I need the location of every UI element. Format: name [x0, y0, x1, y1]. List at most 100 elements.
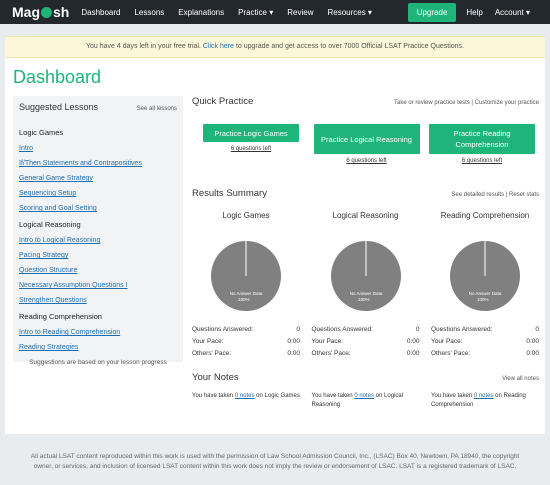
notes-count-link[interactable]: 0 notes: [354, 393, 374, 399]
results-col: Logic Games No Answer Data 100% Question…: [192, 211, 300, 357]
stat-pace: Your Pace: 0:00: [431, 338, 539, 345]
questions-left-link[interactable]: 6 questions left: [346, 158, 386, 164]
nav-explanations[interactable]: Explanations: [178, 8, 224, 17]
results-col: Logical Reasoning No Answer Data 100% Qu…: [312, 211, 420, 357]
stats: Questions Answered: 0 Your Pace: 0:00 Othe…: [192, 326, 300, 357]
sidebar-header: Suggested Lessons See all lessons: [19, 102, 177, 112]
results-header: Results Summary See detailed results | R…: [192, 188, 539, 199]
note-text-before: You have taken: [311, 393, 355, 399]
notes-count-link[interactable]: 0 notes: [235, 393, 255, 399]
note-summary: You have taken 0 notes on Reading Compre…: [431, 392, 539, 410]
qp-col-reading-comprehension: Practice Reading Comprehension 6 questio…: [429, 124, 535, 164]
magoosh-logo[interactable]: Mag sh: [12, 4, 69, 20]
category-logical-reasoning: Logical Reasoning: [19, 220, 81, 229]
nav-resources[interactable]: Resources ▾: [327, 8, 371, 17]
banner-upgrade-link[interactable]: Click here: [203, 43, 234, 50]
questions-left-link[interactable]: 6 questions left: [462, 158, 502, 164]
practice-reading-comprehension-button[interactable]: Practice Reading Comprehension: [429, 124, 535, 154]
lesson-link[interactable]: Sequencing Setup: [19, 190, 177, 197]
lesson-link[interactable]: Necessary Assumption Questions I: [19, 282, 177, 289]
lesson-link[interactable]: Scoring and Goal Setting: [19, 205, 177, 212]
stat-answered: Questions Answered: 0: [192, 326, 300, 333]
nav-practice[interactable]: Practice ▾: [238, 8, 273, 17]
notes-title: Your Notes: [192, 372, 239, 383]
banner-text-before: You have 4 days left in your free trial.: [86, 43, 203, 50]
your-notes: Your Notes View all notes You have taken…: [192, 372, 539, 410]
lesson-link[interactable]: If/Then Statements and Contrapositives: [19, 160, 177, 167]
results-col-title: Logic Games: [222, 211, 270, 220]
qp-col-logic-games: Practice Logic Games 6 questions left: [198, 124, 304, 164]
stat-others-pace: Others' Pace: 0:00: [431, 350, 539, 357]
pie-percent: 100%: [477, 297, 489, 302]
legal-footer: All actual LSAT content reproduced withi…: [30, 453, 520, 470]
trial-banner: You have 4 days left in your free trial.…: [5, 36, 545, 58]
lesson-link[interactable]: Intro to Logical Reasoning: [19, 237, 177, 244]
main-panel: Dashboard Suggested Lessons See all less…: [5, 58, 545, 434]
lesson-link[interactable]: General Game Strategy: [19, 175, 177, 182]
stat-value: 0:00: [526, 350, 539, 357]
suggested-lessons-panel: Suggested Lessons See all lessons Logic …: [13, 96, 183, 366]
note-text-before: You have taken: [431, 393, 474, 399]
upgrade-button[interactable]: Upgrade: [407, 3, 457, 22]
stat-label: Your Pace:: [311, 338, 344, 345]
lesson-link[interactable]: Pacing Strategy: [19, 252, 177, 259]
stat-value: 0: [535, 326, 539, 333]
results-summary: Results Summary See detailed results | R…: [192, 188, 539, 357]
stat-pace: Your Pace: 0:00: [192, 338, 300, 345]
note-summary: You have taken 0 notes on Logical Reason…: [312, 392, 420, 410]
stat-label: Others' Pace:: [192, 350, 232, 357]
view-all-notes-link[interactable]: View all notes: [502, 376, 539, 382]
stat-answered: Questions Answered: 0: [312, 326, 420, 333]
stat-label: Your Pace:: [192, 338, 224, 345]
notes-count-link[interactable]: 0 notes: [474, 393, 494, 399]
questions-left-link[interactable]: 6 questions left: [231, 146, 271, 152]
category-logic-games: Logic Games: [19, 128, 64, 137]
practice-logical-reasoning-button[interactable]: Practice Logical Reasoning: [313, 124, 420, 154]
lesson-link[interactable]: Reading Strategies: [19, 344, 177, 351]
dashboard-content: Quick Practice Take or review practice t…: [192, 96, 539, 410]
pie-label: No Answer Data: [230, 291, 263, 296]
stat-value: 0:00: [526, 338, 539, 345]
results-col-title: Logical Reasoning: [332, 211, 399, 220]
results-links[interactable]: See detailed results | Reset stats: [451, 192, 539, 198]
pie-chart: No Answer Data 100%: [450, 241, 520, 311]
nav-account[interactable]: Account ▾: [495, 8, 530, 17]
pie-percent: 100%: [238, 297, 250, 302]
pie-label: No Answer Data: [469, 291, 502, 296]
stat-pace: Your Pace: 0:00: [312, 338, 420, 345]
lesson-link[interactable]: Question Structure: [19, 267, 177, 274]
results-col-title: Reading Comprehension: [440, 211, 530, 220]
pie-chart: No Answer Data 100%: [211, 241, 281, 311]
pie-label: No Answer Data: [349, 291, 382, 296]
page-title: Dashboard: [13, 67, 102, 87]
results-title: Results Summary: [192, 188, 267, 199]
stat-value: 0:00: [287, 350, 300, 357]
nav-review[interactable]: Review: [287, 8, 313, 17]
quick-practice-title: Quick Practice: [192, 96, 254, 107]
stat-value: 0: [296, 326, 300, 333]
lesson-link[interactable]: Strengthen Questions: [19, 297, 177, 304]
nav-lessons[interactable]: Lessons: [134, 8, 164, 17]
lesson-link[interactable]: Intro to Reading Comprehension: [19, 329, 177, 336]
banner-text-after: to upgrade and get access to over 7000 O…: [234, 43, 464, 50]
stat-others-pace: Others' Pace: 0:00: [312, 350, 420, 357]
results-columns: Logic Games No Answer Data 100% Question…: [192, 211, 539, 357]
notes-header: Your Notes View all notes: [192, 372, 539, 383]
stat-value: 0:00: [406, 338, 420, 345]
top-nav: Mag sh Dashboard Lessons Explanations Pr…: [0, 0, 550, 24]
logo-o-icon: [41, 6, 52, 18]
see-all-lessons-link[interactable]: See all lessons: [137, 106, 177, 112]
nav-menu: Dashboard Lessons Explanations Practice …: [81, 8, 386, 17]
notes-columns: You have taken 0 notes on Logic Games Yo…: [192, 392, 539, 410]
practice-logic-games-button[interactable]: Practice Logic Games: [203, 124, 299, 142]
nav-help[interactable]: Help: [466, 8, 482, 17]
quick-practice-header: Quick Practice Take or review practice t…: [192, 96, 539, 107]
stat-others-pace: Others' Pace: 0:00: [192, 350, 300, 357]
lesson-link[interactable]: Intro: [19, 145, 177, 152]
stats: Questions Answered: 0 Your Pace: 0:00 Othe…: [312, 326, 420, 357]
nav-dashboard[interactable]: Dashboard: [81, 8, 120, 17]
quick-practice-buttons: Practice Logic Games 6 questions left Pr…: [192, 124, 539, 164]
practice-tests-links[interactable]: Take or review practice tests | Customiz…: [394, 100, 539, 106]
stats: Questions Answered: 0 Your Pace: 0:00 Othe…: [431, 326, 539, 357]
stat-label: Questions Answered:: [192, 326, 254, 333]
